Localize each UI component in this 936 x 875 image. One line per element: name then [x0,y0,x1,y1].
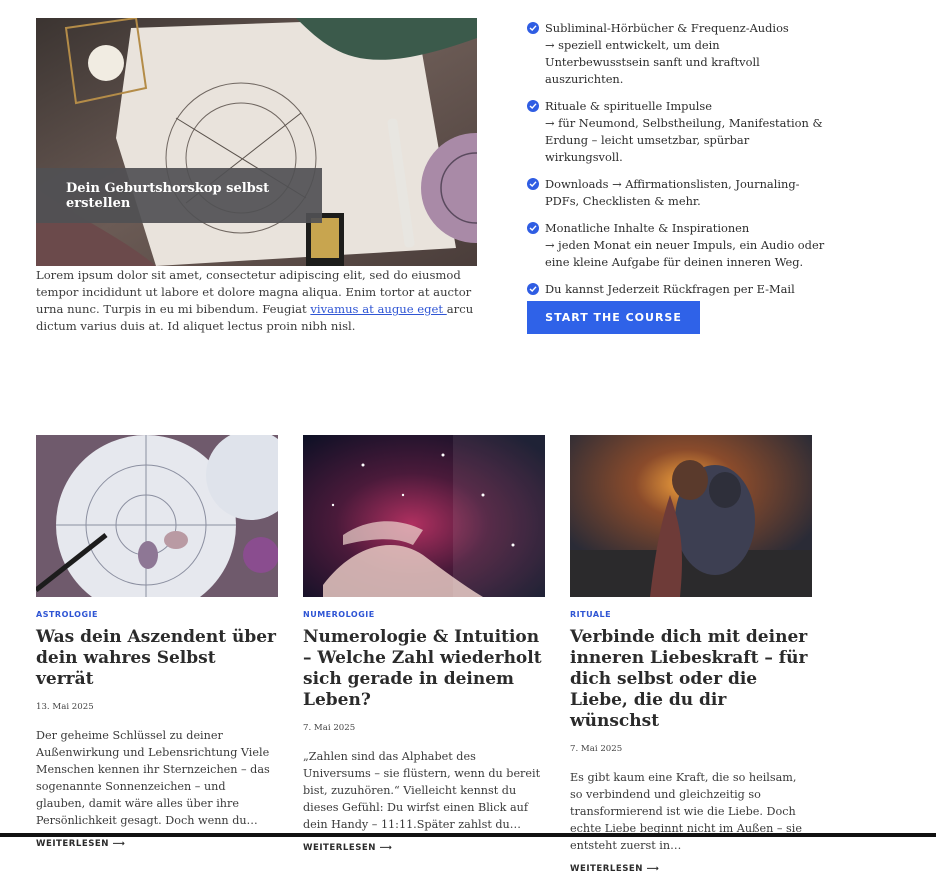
feature-detail: → jeden Monat ein neuer Impuls, ein Audi… [545,238,825,269]
feature-title: Rituale & spirituelle Impulse [545,99,713,113]
read-more-link[interactable]: WEITERLESEN ⟶ [36,839,125,849]
post-card-rituale: RITUALE Verbinde dich mit deiner inneren… [570,435,812,875]
post-category[interactable]: ASTROLOGIE [36,610,278,619]
hero-overlay-title: Dein Geburtshorskop selbst erstellen [66,180,270,211]
check-circle-icon [527,222,539,234]
zodiac-chart-photo [36,435,278,597]
post-excerpt: „Zahlen sind das Alphabet des Universums… [303,750,541,831]
feature-item: Subliminal-Hörbücher & Frequenz-Audios →… [527,20,827,88]
feature-item: Downloads → Affirmationslisten, Journali… [527,176,827,210]
numerology-cosmos-photo [303,435,545,597]
post-date: 13. Mai 2025 [36,702,94,712]
feature-item: Rituale & spirituelle Impulse → für Neum… [527,98,827,166]
start-course-button[interactable]: START THE COURSE [527,301,700,334]
feature-title: Subliminal-Hörbücher & Frequenz-Audios [545,21,789,35]
hero-overlay-banner[interactable]: Dein Geburtshorskop selbst erstellen [36,168,322,223]
post-title[interactable]: Verbinde dich mit deiner inneren Liebesk… [570,627,812,732]
feature-title: Downloads → Affirmationslisten, Journali… [545,177,800,208]
astrology-desk-photo [36,18,477,266]
bottom-edge-bar [0,833,936,837]
post-date: 7. Mai 2025 [570,744,623,754]
intro-link[interactable]: vivamus at augue eget [310,302,446,316]
check-circle-icon [527,178,539,190]
post-category[interactable]: RITUALE [570,610,812,619]
intro-paragraph: Lorem ipsum dolor sit amet, consectetur … [36,267,481,335]
post-date: 7. Mai 2025 [303,723,356,733]
check-circle-icon [527,283,539,295]
check-circle-icon [527,22,539,34]
post-excerpt: Der geheime Schlüssel zu deiner Außenwir… [36,729,270,827]
check-circle-icon [527,100,539,112]
hero-image[interactable]: Dein Geburtshorskop selbst erstellen [36,18,477,266]
couple-sunset-photo [570,435,812,597]
feature-list: Subliminal-Hörbücher & Frequenz-Audios →… [527,20,827,325]
post-thumbnail[interactable] [570,435,812,597]
read-more-link[interactable]: WEITERLESEN ⟶ [303,843,392,853]
feature-detail: → speziell entwickelt, um dein Unterbewu… [545,38,760,86]
post-thumbnail[interactable] [36,435,278,597]
post-title[interactable]: Numerologie & Intuition – Welche Zahl wi… [303,627,545,711]
post-title[interactable]: Was dein Aszendent über dein wahres Selb… [36,627,278,690]
post-category[interactable]: NUMEROLOGIE [303,610,545,619]
feature-title: Monatliche Inhalte & Inspirationen [545,221,750,235]
feature-detail: → für Neumond, Selbstheilung, Manifestat… [545,116,823,164]
post-excerpt: Es gibt kaum eine Kraft, die so heilsam,… [570,771,802,852]
post-thumbnail[interactable] [303,435,545,597]
read-more-link[interactable]: WEITERLESEN ⟶ [570,864,659,874]
post-card-astrologie: ASTROLOGIE Was dein Aszendent über dein … [36,435,278,850]
post-card-numerologie: NUMEROLOGIE Numerologie & Intuition – We… [303,435,545,854]
feature-item: Monatliche Inhalte & Inspirationen → jed… [527,220,827,271]
